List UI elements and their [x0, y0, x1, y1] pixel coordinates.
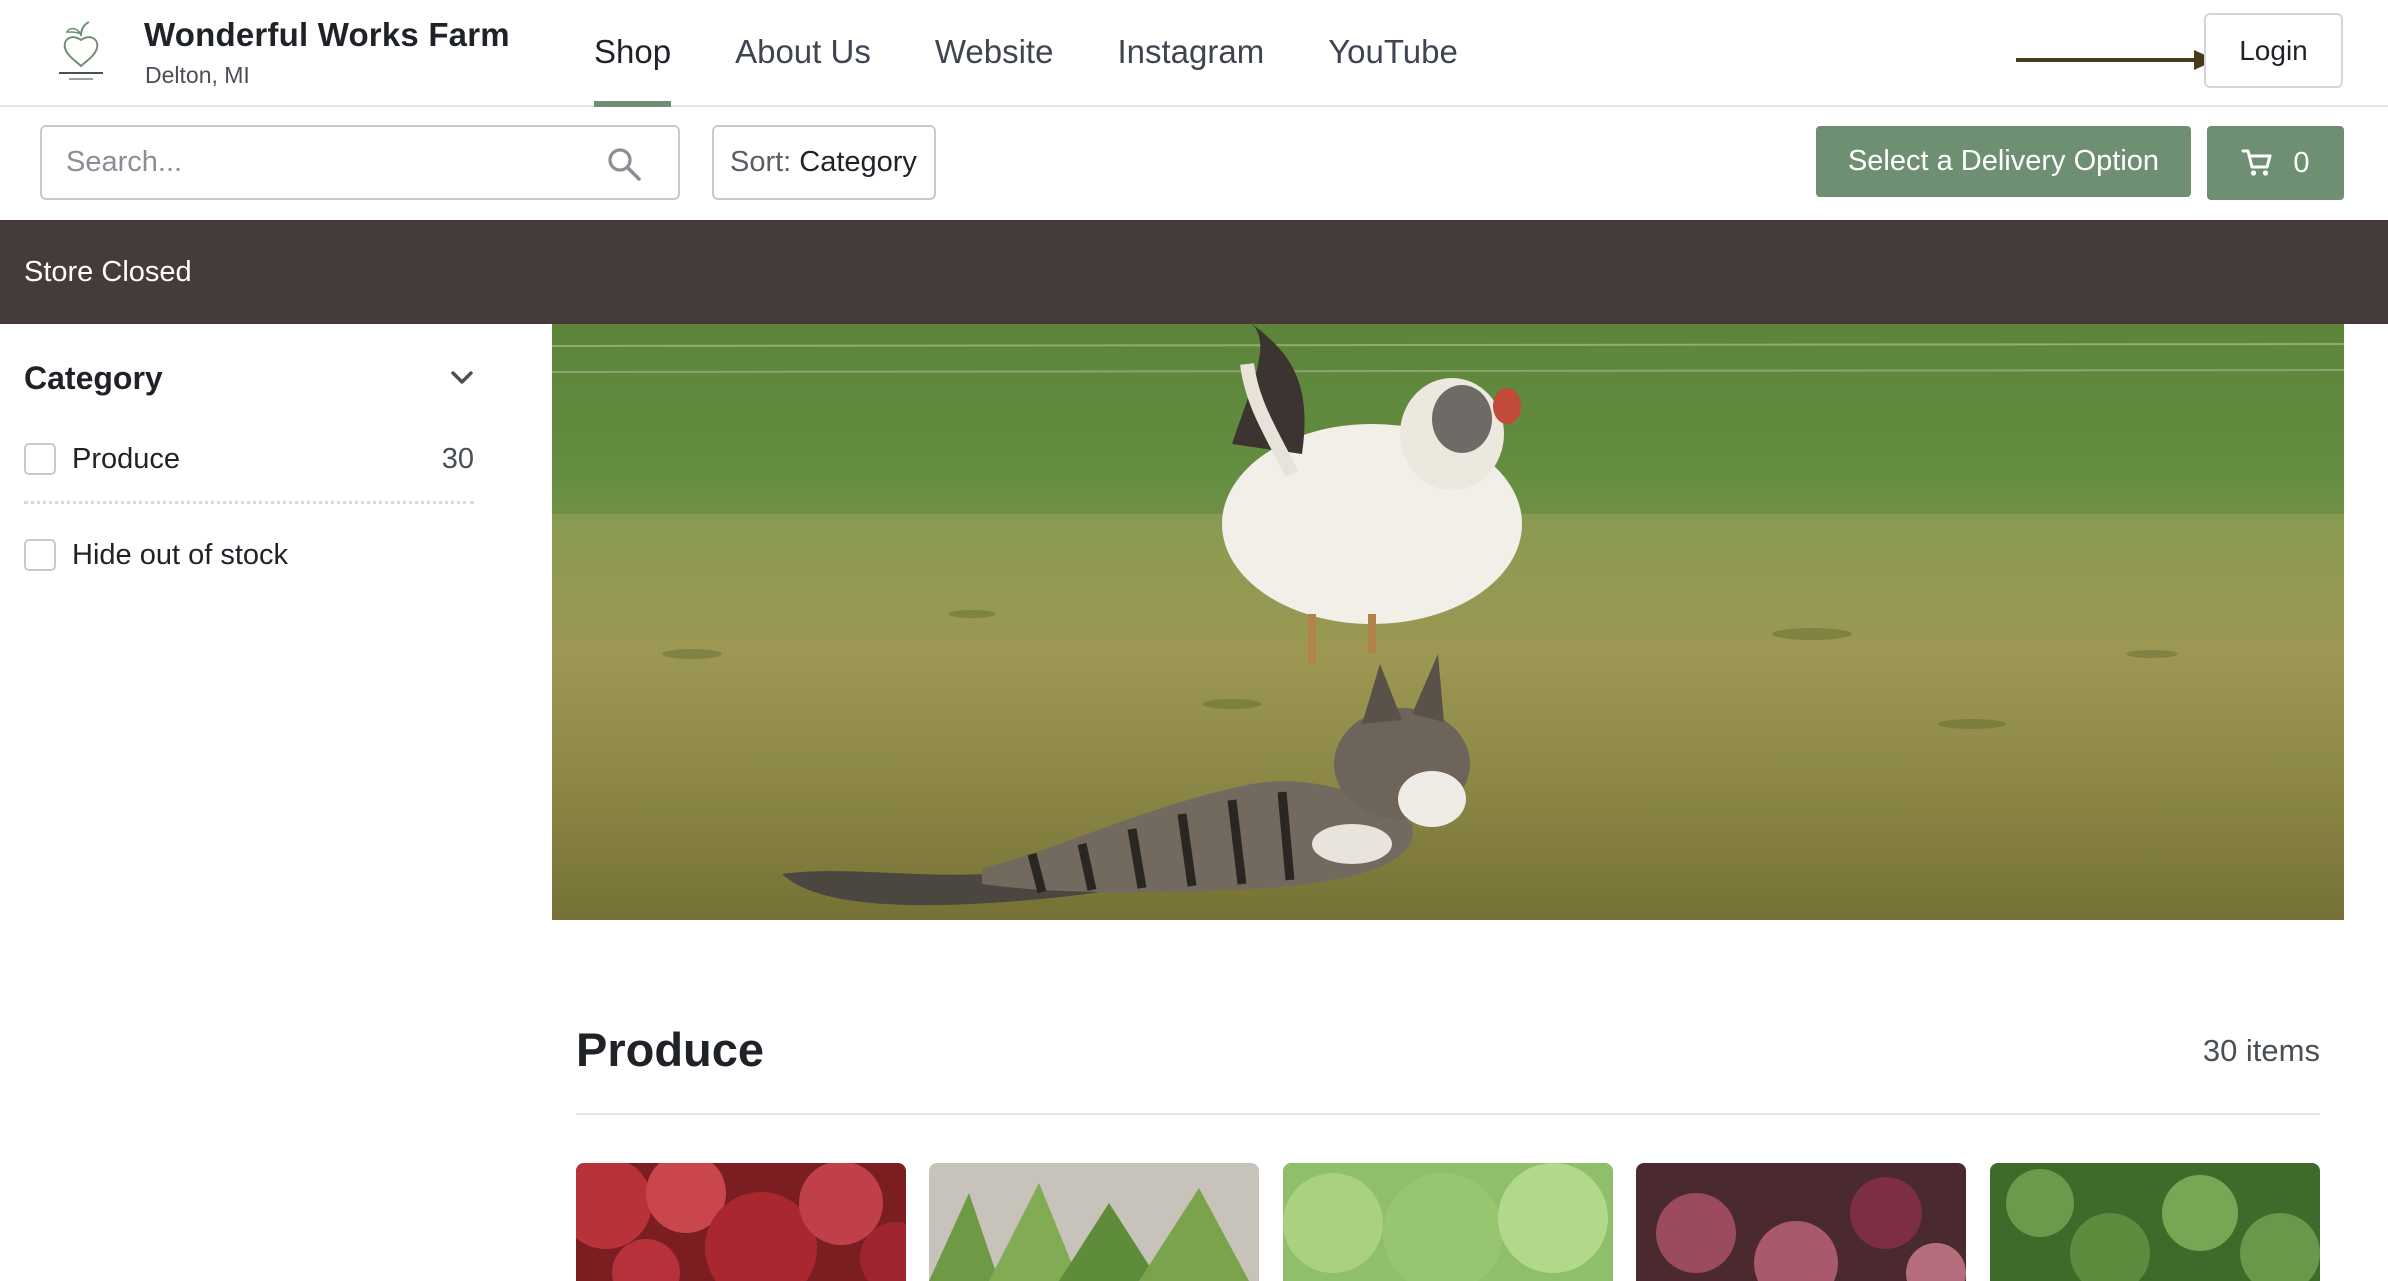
greens-image: [929, 1163, 1259, 1281]
hide-out-of-stock-label: Hide out of stock: [72, 538, 288, 571]
apples-image: [576, 1163, 906, 1281]
sort-dropdown[interactable]: Sort: Category: [712, 125, 936, 200]
farm-name[interactable]: Wonderful Works Farm: [144, 16, 510, 54]
product-card-beets[interactable]: [1636, 1163, 1966, 1281]
search-icon[interactable]: [606, 146, 642, 182]
filter-produce-row[interactable]: Produce 30: [24, 442, 474, 476]
produce-count: 30: [441, 442, 474, 475]
produce-label: Produce: [72, 442, 181, 475]
lettuce-image: [1283, 1163, 1613, 1281]
section-title: Produce: [576, 1023, 765, 1076]
login-button[interactable]: Login: [2204, 13, 2343, 88]
product-card-lettuce[interactable]: [1283, 1163, 1613, 1281]
nav-about-us[interactable]: About Us: [735, 0, 871, 107]
sort-prefix: Sort:: [730, 146, 792, 178]
site-header: Wonderful Works Farm Delton, MI Shop Abo…: [0, 0, 2388, 107]
store-status-text: Store Closed: [24, 255, 192, 288]
category-title: Category: [24, 360, 163, 396]
category-filter-header[interactable]: Category: [24, 360, 474, 404]
farm-location: Delton, MI: [145, 62, 250, 88]
nav-website[interactable]: Website: [935, 0, 1054, 107]
farm-logo-icon[interactable]: [40, 12, 122, 94]
produce-checkbox[interactable]: [24, 443, 56, 475]
broccoli-image: [1990, 1163, 2320, 1281]
product-card-greens[interactable]: [929, 1163, 1259, 1281]
search-input[interactable]: [44, 129, 604, 196]
nav-shop[interactable]: Shop: [594, 0, 672, 107]
filter-divider: [24, 501, 474, 504]
select-delivery-button[interactable]: Select a Delivery Option: [1816, 126, 2191, 197]
store-status-banner: Store Closed: [0, 220, 2388, 324]
search-container: [40, 125, 680, 200]
main-nav: Shop About Us Website Instagram YouTube: [594, 0, 1522, 107]
toolbar: Sort: Category Select a Delivery Option …: [0, 107, 2388, 220]
cart-button[interactable]: 0: [2207, 126, 2344, 200]
hide-out-of-stock-row[interactable]: Hide out of stock: [24, 538, 474, 572]
sort-value: Category: [799, 146, 917, 178]
product-card-apples[interactable]: [576, 1163, 906, 1281]
hide-out-of-stock-checkbox[interactable]: [24, 539, 56, 571]
arrow-annotation-icon: [2016, 50, 2216, 70]
nav-youtube[interactable]: YouTube: [1328, 0, 1458, 107]
beets-image: [1636, 1163, 1966, 1281]
hero-image: [552, 324, 2344, 920]
section-item-count: 30 items: [2202, 1033, 2320, 1068]
section-divider: [576, 1113, 2320, 1115]
nav-instagram[interactable]: Instagram: [1117, 0, 1264, 107]
chevron-down-icon[interactable]: [450, 370, 474, 386]
cart-icon: [2241, 149, 2272, 176]
product-card-broccoli[interactable]: [1990, 1163, 2320, 1281]
cart-count: 0: [2293, 146, 2310, 179]
